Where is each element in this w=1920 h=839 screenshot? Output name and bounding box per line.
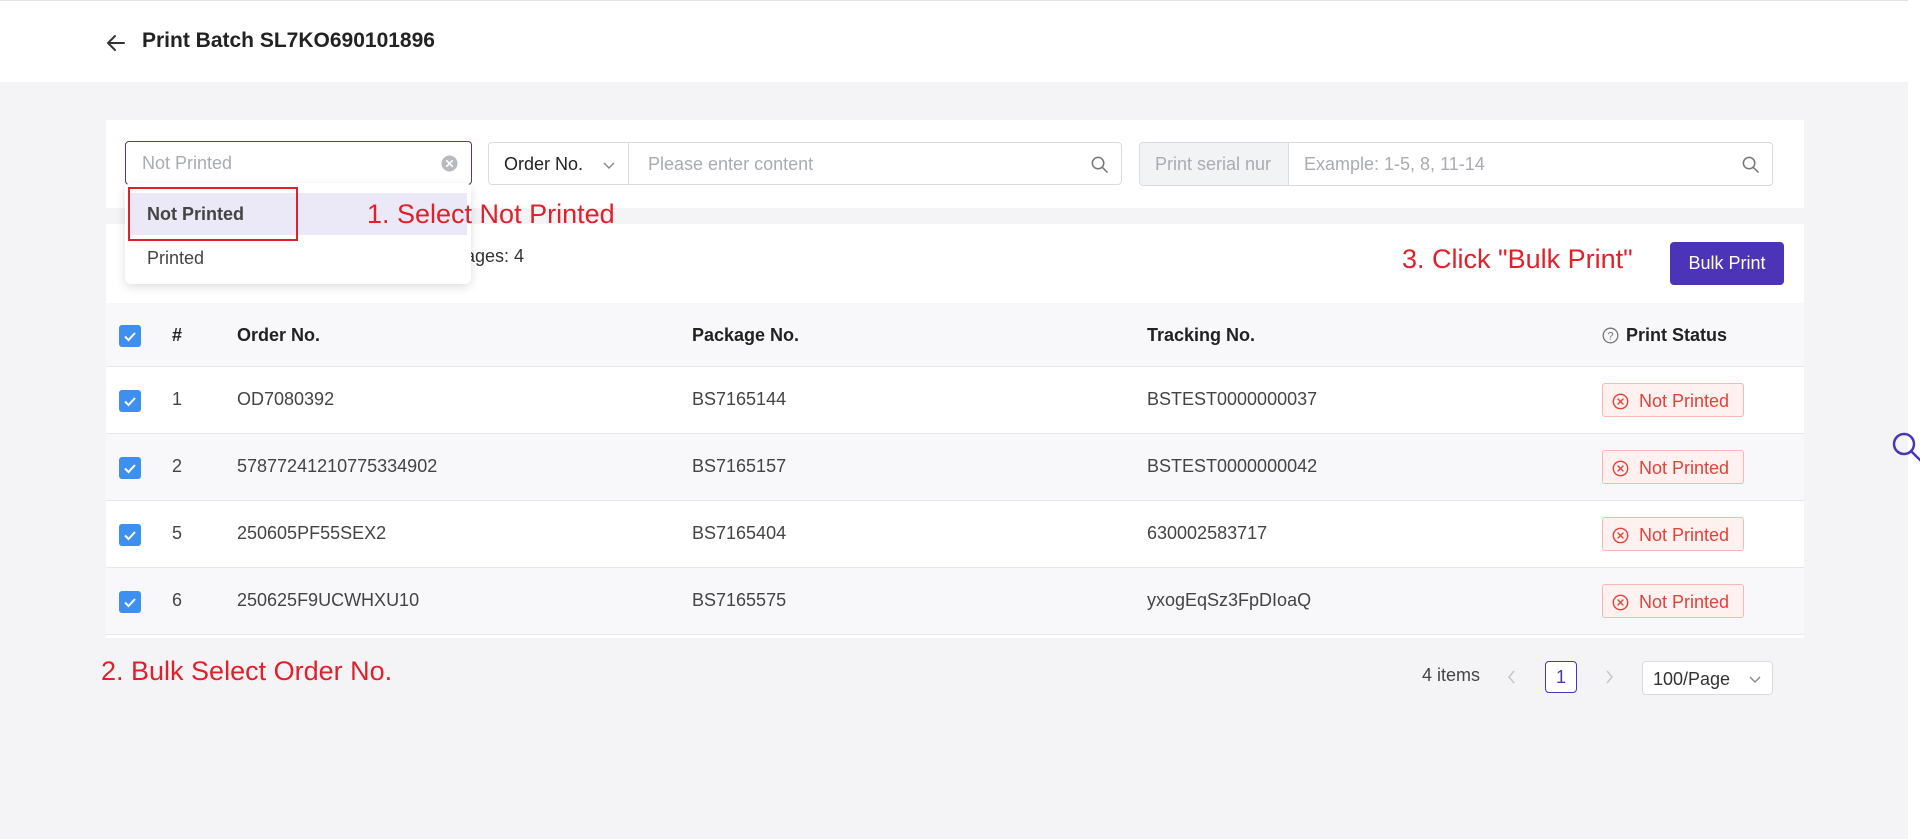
order-no: 250605PF55SEX2 [237, 523, 387, 543]
search-icon[interactable] [1741, 155, 1760, 174]
table-row[interactable]: 2 57877241210775334902 BS7165157 BSTEST0… [106, 434, 1804, 501]
close-circle-icon [1612, 594, 1629, 611]
clear-icon[interactable] [441, 155, 458, 172]
print-serial-label: Print serial nur [1139, 142, 1289, 186]
row-checkbox[interactable] [119, 524, 141, 546]
print-serial-input[interactable]: Example: 1-5, 8, 11-14 [1288, 142, 1773, 186]
chevron-down-icon [603, 162, 615, 169]
page-size-select[interactable]: 100/Page [1642, 661, 1773, 695]
annotation-step-2: 2. Bulk Select Order No. [101, 656, 393, 686]
annotation-step-1: 1. Select Not Printed [367, 199, 615, 229]
search-field-value: Order No. [504, 154, 584, 174]
row-number: 1 [172, 389, 183, 409]
print-serial-label-text: Print serial nur [1155, 154, 1272, 174]
page-title: Print Batch SL7KO690101896 [142, 29, 435, 52]
pagination-total: 4 items [1422, 665, 1481, 685]
column-header-status: Print Status [1626, 325, 1728, 345]
status-badge-text: Not Printed [1639, 391, 1730, 411]
tracking-no: BSTEST0000000042 [1147, 456, 1318, 476]
pages-count-text: ages: 4 [465, 246, 525, 266]
close-circle-icon [1612, 460, 1629, 477]
row-checkbox[interactable] [119, 390, 141, 412]
search-field-select[interactable]: Order No. [488, 142, 629, 185]
order-no: 57877241210775334902 [237, 456, 438, 476]
select-all-checkbox[interactable] [119, 325, 141, 347]
print-status-select[interactable]: Not Printed [125, 141, 472, 185]
search-icon[interactable] [1090, 155, 1109, 174]
page-header: Print Batch SL7KO690101896 [0, 0, 1908, 82]
table-row[interactable]: 5 250605PF55SEX2 BS7165404 630002583717 … [106, 501, 1804, 568]
table-header: # Order No. Package No. Tracking No. Pri… [106, 303, 1804, 367]
row-number: 5 [172, 523, 183, 543]
check-icon [124, 464, 136, 474]
status-badge: Not Printed [1602, 450, 1744, 484]
dropdown-option-printed[interactable]: Printed [129, 237, 467, 279]
status-select-placeholder: Not Printed [142, 153, 233, 173]
annotation-step-3: 3. Click "Bulk Print" [1402, 244, 1633, 274]
order-no: 250625F9UCWHXU10 [237, 590, 420, 610]
column-header-order: Order No. [237, 325, 321, 345]
bulk-print-button[interactable]: Bulk Print [1670, 242, 1784, 285]
page-size-value: 100/Page [1653, 669, 1731, 689]
status-badge: Not Printed [1602, 517, 1744, 551]
package-no: BS7165404 [692, 523, 787, 543]
column-header-package: Package No. [692, 325, 800, 345]
check-icon [124, 332, 136, 342]
column-header-tracking: Tracking No. [1147, 325, 1256, 345]
status-badge-text: Not Printed [1639, 525, 1730, 545]
package-no: BS7165575 [692, 590, 787, 610]
order-no: OD7080392 [237, 389, 335, 409]
pagination-page-1[interactable]: 1 [1545, 661, 1577, 693]
annotation-highlight-box [128, 187, 298, 241]
row-checkbox[interactable] [119, 591, 141, 613]
check-icon [124, 598, 136, 608]
check-icon [124, 397, 136, 407]
tracking-no: yxogEqSz3FpDIoaQ [1147, 590, 1312, 610]
column-header-num: # [172, 325, 183, 345]
print-serial-placeholder: Example: 1-5, 8, 11-14 [1304, 154, 1485, 174]
package-no: BS7165144 [692, 389, 787, 409]
row-checkbox[interactable] [119, 457, 141, 479]
status-badge-text: Not Printed [1639, 592, 1730, 612]
side-search-icon[interactable] [1889, 430, 1920, 464]
table-row[interactable]: 6 250625F9UCWHXU10 BS7165575 yxogEqSz3Fp… [106, 568, 1804, 635]
svg-text:?: ? [1607, 331, 1613, 343]
row-number: 2 [172, 456, 183, 476]
status-badge: Not Printed [1602, 383, 1744, 417]
status-badge: Not Printed [1602, 584, 1744, 618]
tracking-no: BSTEST0000000037 [1147, 389, 1318, 409]
package-no: BS7165157 [692, 456, 787, 476]
chevron-left-icon[interactable] [1504, 668, 1520, 686]
table-row[interactable]: 1 OD7080392 BS7165144 BSTEST0000000037 N… [106, 367, 1804, 434]
right-rail [1908, 0, 1920, 839]
close-circle-icon [1612, 527, 1629, 544]
row-number: 6 [172, 590, 183, 610]
dropdown-option-label: Printed [147, 248, 205, 268]
chevron-right-icon[interactable] [1601, 668, 1617, 686]
arrow-left-icon[interactable] [104, 31, 128, 55]
content-search-input[interactable]: Please enter content [628, 142, 1122, 185]
content-search-placeholder: Please enter content [648, 154, 814, 174]
status-badge-text: Not Printed [1639, 458, 1730, 478]
tracking-no: 630002583717 [1147, 523, 1268, 543]
check-icon [124, 531, 136, 541]
close-circle-icon [1612, 393, 1629, 410]
chevron-down-icon [1749, 676, 1761, 683]
help-icon[interactable]: ? [1602, 327, 1619, 344]
